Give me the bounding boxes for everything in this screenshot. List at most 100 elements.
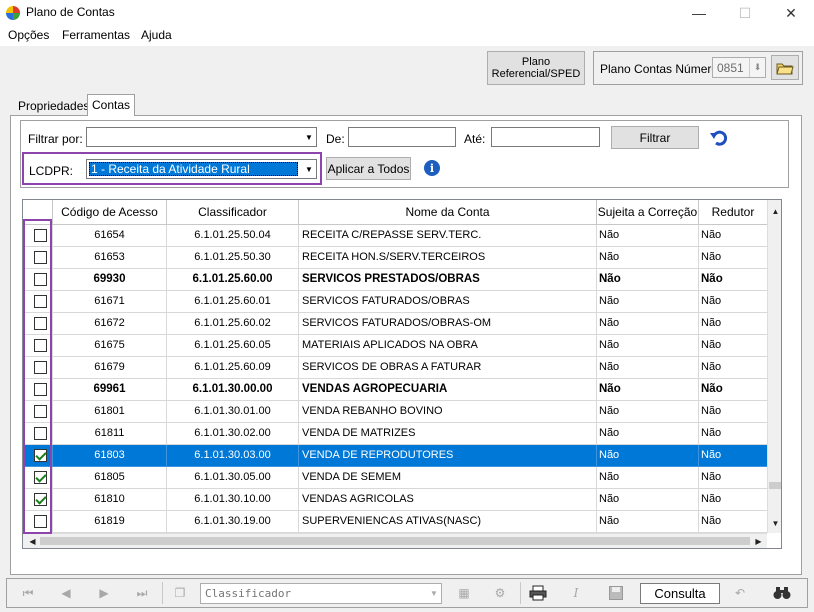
nome-cell[interactable]: VENDA DE REPRODUTORES (299, 445, 597, 467)
scroll-right-icon[interactable]: ▶ (751, 534, 766, 548)
nome-cell[interactable]: RECEITA C/REPASSE SERV.TERC. (299, 225, 597, 247)
table-row[interactable]: 61801 6.1.01.30.01.00 VENDA REBANHO BOVINO… (23, 401, 767, 423)
maximize-button[interactable]: ☐ (722, 0, 768, 26)
table-row[interactable]: 61671 6.1.01.25.60.01 SERVICOS FATURADOS/O… (23, 291, 767, 313)
sujeita-cell[interactable]: Não (597, 511, 699, 533)
horizontal-scrollbar[interactable]: ◀ ▶ (23, 533, 767, 548)
chevron-down-icon[interactable]: ▼ (302, 128, 316, 146)
open-folder-button[interactable] (771, 55, 799, 80)
sujeita-cell[interactable]: Não (597, 401, 699, 423)
codigo-cell[interactable]: 61653 (53, 247, 167, 269)
column-header-nome[interactable]: Nome da Conta (299, 200, 597, 225)
classificador-cell[interactable]: 6.1.01.25.60.02 (167, 313, 299, 335)
redutor-cell[interactable]: Não (699, 467, 767, 489)
nome-cell[interactable]: SUPERVENIENCAS ATIVAS(NASC) (299, 511, 597, 533)
nome-cell[interactable]: RECEITA HON.S/SERV.TERCEIROS (299, 247, 597, 269)
classificador-cell[interactable]: 6.1.01.25.60.01 (167, 291, 299, 313)
table-row[interactable]: 61810 6.1.01.30.10.00 VENDAS AGRICOLAS Não N… (23, 489, 767, 511)
download-arrow-icon[interactable]: ⬇ (749, 58, 765, 77)
chevron-down-icon[interactable]: ▼ (427, 584, 441, 602)
undo-icon[interactable]: ↶ (724, 582, 756, 604)
nome-cell[interactable]: VENDA REBANHO BOVINO (299, 401, 597, 423)
sujeita-cell[interactable]: Não (597, 445, 699, 467)
minimize-button[interactable]: — (676, 0, 722, 26)
classificador-cell[interactable]: 6.1.01.25.50.30 (167, 247, 299, 269)
tab-propriedades[interactable]: Propriedades (14, 96, 93, 116)
codigo-cell[interactable]: 69930 (53, 269, 167, 291)
table-row[interactable]: 61819 6.1.01.30.19.00 SUPERVENIENCAS ATIVA… (23, 511, 767, 533)
table-row[interactable]: 69930 6.1.01.25.60.00 SERVICOS PRESTADOS/O… (23, 269, 767, 291)
codigo-cell[interactable]: 61805 (53, 467, 167, 489)
nome-cell[interactable]: VENDAS AGROPECUARIA (299, 379, 597, 401)
copy-icon[interactable]: ❐ (164, 582, 196, 604)
sujeita-cell[interactable]: Não (597, 291, 699, 313)
print-button[interactable] (522, 582, 554, 604)
binoculars-icon[interactable] (764, 582, 800, 604)
table-row[interactable]: 61672 6.1.01.25.60.02 SERVICOS FATURADOS/O… (23, 313, 767, 335)
menu-ferramentas[interactable]: Ferramentas (62, 28, 130, 42)
column-header-classificador[interactable]: Classificador (167, 200, 299, 225)
next-record-button[interactable]: ▶ (86, 582, 122, 604)
sujeita-cell[interactable]: Não (597, 313, 699, 335)
calculator-icon[interactable]: ▦ (448, 582, 480, 604)
redutor-cell[interactable]: Não (699, 247, 767, 269)
close-button[interactable]: ✕ (768, 0, 814, 26)
codigo-cell[interactable]: 61672 (53, 313, 167, 335)
column-header-codigo[interactable]: Código de Acesso (53, 200, 167, 225)
nome-cell[interactable]: SERVICOS DE OBRAS A FATURAR (299, 357, 597, 379)
classificador-cell[interactable]: 6.1.01.30.00.00 (167, 379, 299, 401)
codigo-cell[interactable]: 61654 (53, 225, 167, 247)
save-icon[interactable] (600, 582, 632, 604)
redutor-cell[interactable]: Não (699, 269, 767, 291)
classificador-cell[interactable]: 6.1.01.30.10.00 (167, 489, 299, 511)
sujeita-cell[interactable]: Não (597, 269, 699, 291)
codigo-cell[interactable]: 61671 (53, 291, 167, 313)
classificador-cell[interactable]: 6.1.01.25.60.09 (167, 357, 299, 379)
nome-cell[interactable]: VENDA DE MATRIZES (299, 423, 597, 445)
search-input[interactable] (201, 584, 425, 603)
redutor-cell[interactable]: Não (699, 225, 767, 247)
sujeita-cell[interactable]: Não (597, 335, 699, 357)
redutor-cell[interactable]: Não (699, 357, 767, 379)
ate-input[interactable] (491, 127, 600, 147)
plano-numero-field[interactable]: 0851 ⬇ (712, 57, 766, 78)
codigo-cell[interactable]: 61801 (53, 401, 167, 423)
column-header-sujeita[interactable]: Sujeita a Correção (597, 200, 699, 225)
sujeita-cell[interactable]: Não (597, 467, 699, 489)
redutor-cell[interactable]: Não (699, 489, 767, 511)
table-row[interactable]: 61803 6.1.01.30.03.00 VENDA DE REPRODUTORE… (23, 445, 767, 467)
plano-referencial-button[interactable]: Plano Referencial/SPED (487, 51, 585, 85)
first-record-button[interactable]: ⏮ (10, 582, 46, 604)
filtrar-button[interactable]: Filtrar (611, 126, 699, 149)
column-header-redutor[interactable]: Redutor (699, 200, 767, 225)
table-row[interactable]: 61811 6.1.01.30.02.00 VENDA DE MATRIZES Não… (23, 423, 767, 445)
redutor-cell[interactable]: Não (699, 423, 767, 445)
settings-icon[interactable]: ⚙ (484, 582, 516, 604)
redutor-cell[interactable]: Não (699, 313, 767, 335)
undo-filter-button[interactable] (708, 127, 732, 149)
classificador-cell[interactable]: 6.1.01.25.60.00 (167, 269, 299, 291)
redutor-cell[interactable]: Não (699, 445, 767, 467)
filtrar-por-select[interactable]: ▼ (86, 127, 317, 147)
chevron-down-icon[interactable]: ▼ (302, 160, 316, 178)
sujeita-cell[interactable]: Não (597, 357, 699, 379)
codigo-cell[interactable]: 61811 (53, 423, 167, 445)
codigo-cell[interactable]: 61819 (53, 511, 167, 533)
nome-cell[interactable]: MATERIAIS APLICADOS NA OBRA (299, 335, 597, 357)
table-row[interactable]: 61653 6.1.01.25.50.30 RECEITA HON.S/SERV.T… (23, 247, 767, 269)
codigo-cell[interactable]: 61803 (53, 445, 167, 467)
info-icon[interactable]: i (424, 160, 440, 176)
hscroll-thumb[interactable] (40, 537, 750, 545)
sujeita-cell[interactable]: Não (597, 225, 699, 247)
classificador-cell[interactable]: 6.1.01.25.60.05 (167, 335, 299, 357)
classificador-cell[interactable]: 6.1.01.30.02.00 (167, 423, 299, 445)
classificador-cell[interactable]: 6.1.01.30.03.00 (167, 445, 299, 467)
aplicar-todos-button[interactable]: Aplicar a Todos (326, 157, 411, 180)
sujeita-cell[interactable]: Não (597, 423, 699, 445)
previous-record-button[interactable]: ◀ (48, 582, 84, 604)
classificador-cell[interactable]: 6.1.01.30.01.00 (167, 401, 299, 423)
nome-cell[interactable]: SERVICOS FATURADOS/OBRAS-OM (299, 313, 597, 335)
nome-cell[interactable]: SERVICOS FATURADOS/OBRAS (299, 291, 597, 313)
menu-ajuda[interactable]: Ajuda (141, 28, 172, 42)
nome-cell[interactable]: VENDAS AGRICOLAS (299, 489, 597, 511)
